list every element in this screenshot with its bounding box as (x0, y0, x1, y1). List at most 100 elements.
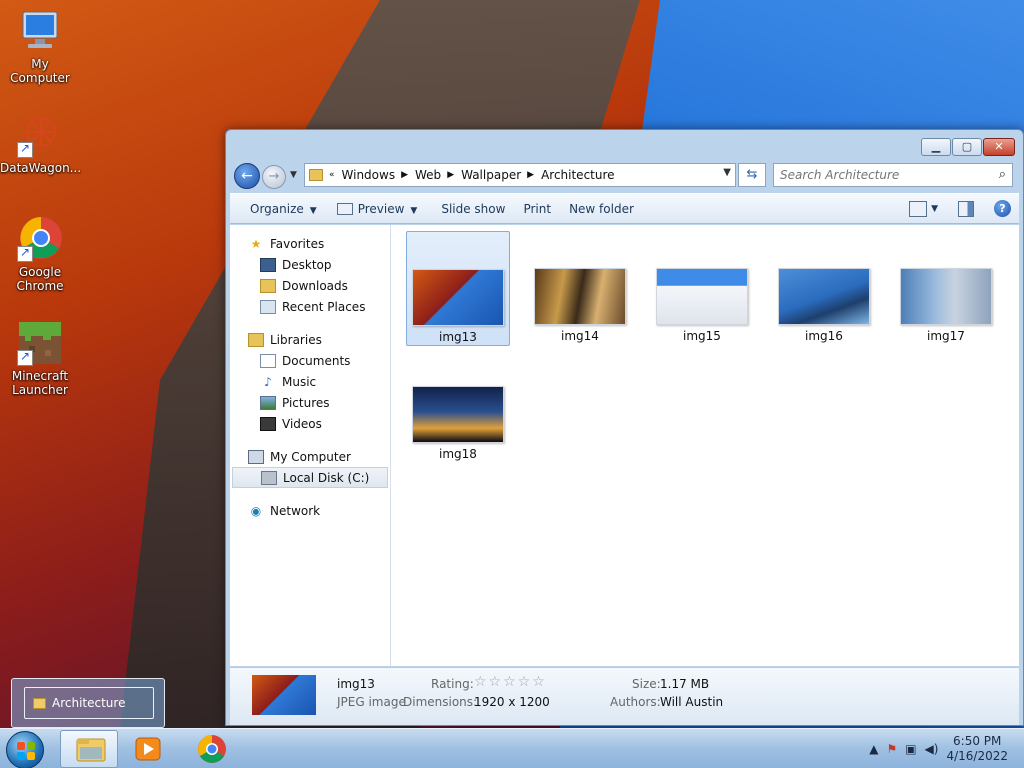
file-item-img13[interactable]: img13 (406, 231, 510, 346)
organize-label: Organize (250, 201, 304, 216)
desktop-icon-google-chrome[interactable]: Google Chrome (0, 216, 80, 293)
folder-icon (309, 169, 323, 181)
breadcrumb-windows[interactable]: Windows (342, 168, 396, 182)
nav-label: Libraries (270, 332, 322, 347)
image-thumbnail (656, 268, 748, 325)
taskbar-chrome[interactable] (184, 730, 242, 768)
minimize-button[interactable]: ▁ (921, 138, 951, 156)
nav-music[interactable]: ♪ Music (230, 371, 390, 392)
videos-icon (260, 416, 276, 431)
breadcrumb-separator-icon[interactable]: ▶ (527, 170, 534, 180)
volume-icon[interactable]: ◀) (925, 742, 939, 756)
nav-favorites[interactable]: ★ Favorites (230, 233, 390, 254)
file-item-img16[interactable]: img16 (772, 231, 876, 346)
chevron-down-icon: ▼ (410, 205, 418, 216)
nav-pictures[interactable]: Pictures (230, 392, 390, 413)
slideshow-button[interactable]: Slide show (427, 202, 515, 216)
details-pane: img13 JPEG image Rating: ☆☆☆☆☆ Dimension… (230, 667, 1019, 725)
breadcrumb-separator-icon[interactable]: ▶ (401, 170, 408, 180)
recent-pages-button[interactable]: ▼ (290, 170, 297, 180)
address-bar[interactable]: « Windows ▶ Web ▶ Wallpaper ▶ Architectu… (304, 163, 736, 187)
network-icon[interactable]: ▣ (905, 742, 916, 756)
explorer-content: ★ Favorites Desktop Downloads Recent Plac… (230, 225, 1019, 666)
nav-label: Downloads (282, 278, 348, 293)
authors-value[interactable]: Will Austin (660, 695, 723, 709)
preview-button[interactable]: Preview ▼ (327, 202, 428, 216)
taskbar-preview-item[interactable]: Architecture (24, 687, 154, 719)
chevron-down-icon[interactable]: ▼ (931, 204, 938, 214)
organize-button[interactable]: Organize ▼ (230, 202, 327, 216)
show-hidden-icons-icon[interactable]: ▲ (869, 742, 878, 756)
clock[interactable]: 6:50 PM 4/16/2022 (946, 734, 1008, 764)
nav-libraries[interactable]: Libraries (230, 329, 390, 350)
search-input[interactable] (780, 168, 980, 182)
close-button[interactable]: ✕ (983, 138, 1015, 156)
breadcrumb-separator-icon[interactable]: ▶ (447, 170, 454, 180)
nav-label: Desktop (282, 257, 332, 272)
nav-label: Favorites (270, 236, 325, 251)
clock-date: 4/16/2022 (946, 749, 1008, 763)
desktop-icon-datawagon[interactable]: DataWagon... (0, 112, 82, 175)
rating-stars-icon[interactable]: ☆☆☆☆☆ (474, 674, 547, 690)
start-button[interactable] (6, 731, 44, 768)
new-folder-button[interactable]: New folder (561, 202, 644, 216)
file-item-img18[interactable]: img18 (406, 349, 510, 464)
desktop-icon-minecraft-launcher[interactable]: Minecraft Launcher (0, 320, 80, 397)
nav-documents[interactable]: Documents (230, 350, 390, 371)
desktop-icon-label: DataWagon... (0, 161, 82, 175)
breadcrumb-architecture[interactable]: Architecture (541, 168, 614, 182)
preview-pane-icon[interactable] (958, 200, 974, 217)
taskbar-media-player[interactable] (120, 730, 178, 768)
forward-button[interactable]: → (262, 165, 286, 189)
maximize-icon: ▢ (961, 140, 973, 153)
desktop-icon-label: My Computer (10, 57, 70, 85)
desktop-icon-my-computer[interactable]: My Computer (0, 8, 80, 85)
nav-local-disk[interactable]: Local Disk (C:) (232, 467, 388, 488)
command-bar: Organize ▼ Preview ▼ Slide show Print New … (230, 193, 1019, 224)
taskbar-explorer[interactable] (60, 730, 118, 768)
nav-downloads[interactable]: Downloads (230, 275, 390, 296)
help-icon[interactable]: ? (994, 200, 1011, 217)
computer-icon (248, 449, 264, 464)
breadcrumb-web[interactable]: Web (415, 168, 441, 182)
shortcut-arrow-icon (17, 245, 33, 262)
nav-videos[interactable]: Videos (230, 413, 390, 434)
nav-label: Network (270, 503, 321, 518)
file-item-img14[interactable]: img14 (528, 231, 632, 346)
nav-label: My Computer (270, 449, 351, 464)
file-name: img14 (561, 329, 599, 343)
address-dropdown-icon[interactable]: ▼ (723, 167, 731, 178)
refresh-button[interactable]: ⇆ (738, 163, 766, 187)
documents-icon (260, 353, 276, 368)
file-name: img17 (927, 329, 965, 343)
datawagon-icon (17, 112, 63, 158)
file-item-img15[interactable]: img15 (650, 231, 754, 346)
back-button[interactable]: ← (234, 163, 260, 189)
taskbar-thumbnail-preview[interactable]: Architecture (11, 678, 165, 728)
change-view-icon[interactable] (909, 200, 928, 217)
search-box[interactable]: ⌕ (773, 163, 1013, 187)
nav-network[interactable]: ◉ Network (230, 500, 390, 521)
file-name: img13 (439, 330, 477, 344)
file-item-img17[interactable]: img17 (894, 231, 998, 346)
dimensions-value: 1920 x 1200 (474, 695, 550, 709)
chevron-down-icon: ▼ (290, 170, 297, 180)
breadcrumb-overflow-icon[interactable]: « (329, 170, 335, 180)
file-name: img18 (439, 447, 477, 461)
nav-label: Documents (282, 353, 351, 368)
action-center-icon[interactable]: ⚑ (886, 742, 897, 756)
clock-time: 6:50 PM (953, 734, 1002, 748)
maximize-button[interactable]: ▢ (952, 138, 982, 156)
breadcrumb-wallpaper[interactable]: Wallpaper (461, 168, 521, 182)
nav-my-computer[interactable]: My Computer (230, 446, 390, 467)
nav-label: Recent Places (282, 299, 366, 314)
preview-icon (336, 203, 353, 215)
print-button[interactable]: Print (515, 202, 561, 216)
preview-label: Preview (357, 201, 405, 216)
search-icon[interactable]: ⌕ (999, 167, 1006, 182)
forward-arrow-icon: → (268, 169, 280, 184)
nav-recent-places[interactable]: Recent Places (230, 296, 390, 317)
refresh-icon: ⇆ (746, 167, 758, 182)
desktop-icon-label: Minecraft Launcher (11, 369, 69, 397)
nav-desktop[interactable]: Desktop (230, 254, 390, 275)
